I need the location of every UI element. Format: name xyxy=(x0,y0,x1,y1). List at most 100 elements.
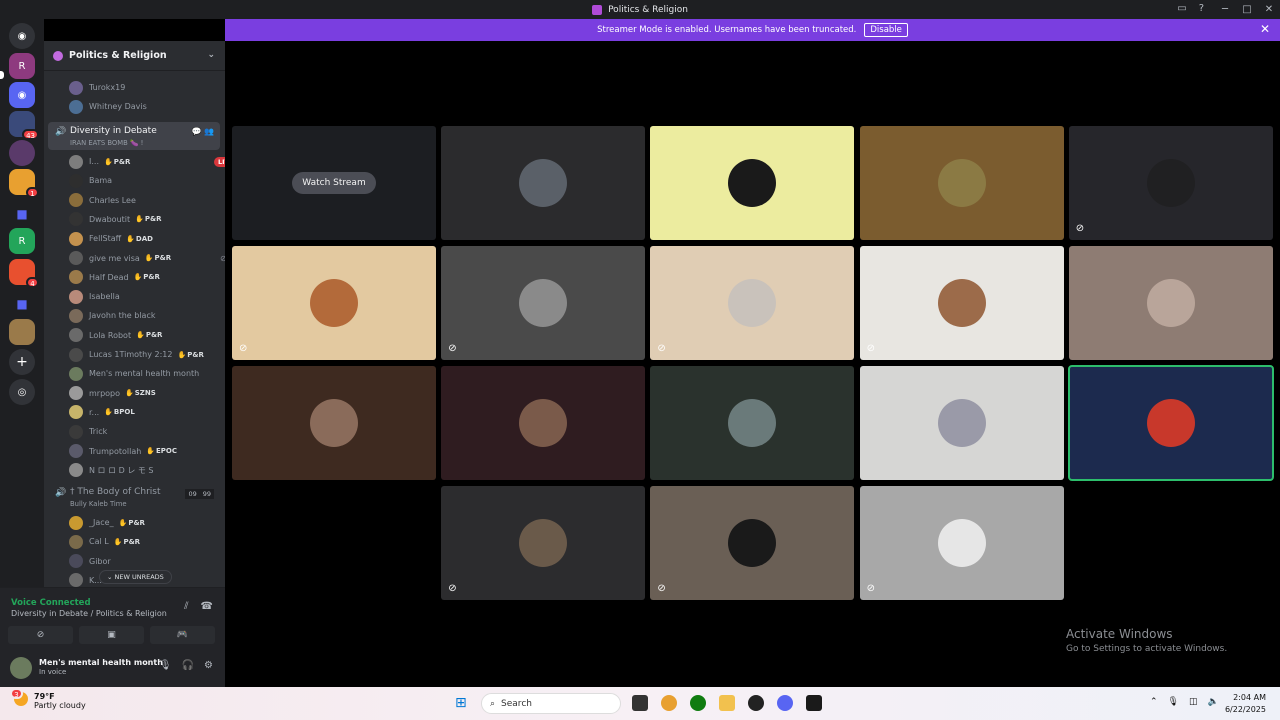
member-item[interactable]: Men's mental health month xyxy=(69,364,225,383)
member-item[interactable]: Charles Lee xyxy=(69,191,225,210)
member-item[interactable]: Javohn the black xyxy=(69,306,225,325)
close-window-button[interactable]: ✕ xyxy=(1258,4,1280,15)
avatar xyxy=(937,399,986,447)
clock[interactable]: 2:04 AM 6/22/2025 xyxy=(1225,692,1266,716)
avatar xyxy=(69,386,83,401)
member-item[interactable]: _Jace_ P&R xyxy=(69,513,225,532)
folder-icon[interactable]: ■ xyxy=(9,291,35,317)
participant-tile[interactable] xyxy=(859,366,1064,480)
discord-taskbar-icon[interactable] xyxy=(777,695,793,711)
chat-icon[interactable]: 💬 👥 xyxy=(192,127,214,136)
participant-tile[interactable] xyxy=(1068,246,1273,360)
volume-icon[interactable]: 🔈 xyxy=(1208,697,1219,707)
participant-tile[interactable]: ⊘ xyxy=(232,246,436,360)
avatar xyxy=(937,279,986,327)
screen-share-button[interactable]: ▣ xyxy=(79,626,144,644)
participant-tile[interactable] xyxy=(441,126,646,240)
voice-status[interactable]: Voice Connected xyxy=(11,598,91,608)
discover-icon[interactable]: ◎ xyxy=(9,379,35,405)
stream-tile[interactable]: Watch Stream xyxy=(232,126,436,240)
member-item[interactable]: I... P&R LIVE xyxy=(69,152,225,171)
voice-channel-diversity-in-debate[interactable]: 🔊 Diversity in Debate IRAN EATS BOMB 🍆 !… xyxy=(48,122,220,150)
taskbar-search[interactable]: ⌕ Search xyxy=(481,693,621,714)
avatar xyxy=(728,399,777,447)
disable-streamer-mode-button[interactable]: Disable xyxy=(864,23,908,37)
member-item[interactable]: Cal LP&R⊘ xyxy=(69,532,225,551)
server-colorful[interactable]: 1 xyxy=(9,169,39,198)
watch-stream-button[interactable]: Watch Stream xyxy=(292,172,376,194)
member-item[interactable]: r... BPOL xyxy=(69,403,225,422)
participant-tile[interactable]: ⊘ xyxy=(859,246,1064,360)
server-discord[interactable]: ◉ xyxy=(9,82,35,108)
member-item[interactable]: Lucas 1Timothy 2:12 P&R xyxy=(69,345,225,364)
participant-tile[interactable]: ⊘ xyxy=(1068,126,1273,240)
maximize-button[interactable]: □ xyxy=(1236,4,1258,15)
inbox-icon[interactable]: ▭ xyxy=(1177,3,1186,14)
member-item[interactable]: DwaboutitP&R⊘ xyxy=(69,210,225,229)
server-politics-religion[interactable]: R xyxy=(9,53,35,79)
member-item[interactable]: mrpopo SZNS xyxy=(69,384,225,403)
participant-tile[interactable]: ⊘ xyxy=(441,486,646,600)
noise-suppression-icon[interactable]: ⫽ xyxy=(184,601,188,612)
chevron-up-icon[interactable]: ⌃ xyxy=(1150,697,1158,707)
chevron-down-icon[interactable]: ⌄ xyxy=(207,50,215,60)
server-header[interactable]: Politics & Religion ⌄ xyxy=(44,41,225,71)
xbox-icon[interactable] xyxy=(690,695,706,711)
member-item[interactable]: Bama xyxy=(69,171,225,190)
microphone-icon[interactable]: 🎙 xyxy=(159,660,172,671)
participant-tile[interactable] xyxy=(1067,365,1274,481)
participant-tile[interactable]: ⊘ xyxy=(859,486,1064,600)
network-icon[interactable]: ◫ xyxy=(1189,697,1198,707)
member-item[interactable]: TrumpotollahEPOC⊘ xyxy=(69,442,225,461)
file-explorer-icon[interactable] xyxy=(719,695,735,711)
role-tag: EPOC xyxy=(146,447,177,455)
chrome-icon[interactable] xyxy=(661,695,677,711)
member-item[interactable]: Trick⊘ xyxy=(69,422,225,441)
weather-widget[interactable]: 3 79°F Partly cloudy xyxy=(10,688,86,710)
activity-button[interactable]: 🎮 xyxy=(150,626,215,644)
member-item[interactable]: Whitney Davis xyxy=(69,97,225,116)
member-item[interactable]: FellStaffDAD⊘ xyxy=(69,229,225,248)
participant-tile[interactable] xyxy=(232,366,436,480)
member-item[interactable]: Isabella⊘ xyxy=(69,287,225,306)
gear-icon[interactable]: ⚙ xyxy=(204,660,213,671)
camera-button[interactable]: ⊘ xyxy=(8,626,73,644)
new-unreads-button[interactable]: ⌄ NEW UNREADS xyxy=(99,570,172,584)
member-item[interactable]: Gibor xyxy=(69,552,225,571)
participant-tile[interactable]: ⊘ xyxy=(650,486,855,600)
microphone-tray-icon[interactable]: 🎙 xyxy=(1168,697,1179,707)
terminal-icon[interactable] xyxy=(806,695,822,711)
server-folder[interactable]: 43 xyxy=(9,111,39,140)
windows-start-icon[interactable]: ⊞ xyxy=(455,695,467,711)
participant-tile[interactable]: ⊘ xyxy=(441,246,646,360)
participant-tile[interactable]: ⊘ xyxy=(650,246,855,360)
participant-tile[interactable] xyxy=(650,366,855,480)
participant-tile[interactable] xyxy=(441,366,646,480)
close-notice-icon[interactable]: ✕ xyxy=(1260,22,1270,36)
add-server-button[interactable]: + xyxy=(9,349,35,375)
avatar xyxy=(69,405,83,420)
app-icon[interactable] xyxy=(748,695,764,711)
member-item[interactable]: Turokx19 ⊘ xyxy=(69,78,225,97)
server-green[interactable]: R xyxy=(9,228,35,254)
member-item[interactable]: Lola Robot P&R xyxy=(69,326,225,345)
member-item[interactable]: Half DeadP&R⊘ xyxy=(69,268,225,287)
server-avatar[interactable] xyxy=(9,140,35,166)
participant-tile[interactable] xyxy=(859,126,1064,240)
voice-channel-body-of-christ[interactable]: 🔊 † The Body of Christ Bully Kaleb Time … xyxy=(48,483,220,511)
server-photo[interactable] xyxy=(9,319,35,345)
minimize-button[interactable]: ─ xyxy=(1214,4,1236,15)
disconnect-icon[interactable]: ☎ xyxy=(201,601,213,612)
server-orange[interactable]: 4 xyxy=(9,259,39,288)
member-item[interactable]: N ロ ロ D レ モ S⊘ xyxy=(69,461,225,480)
member-item[interactable]: give me visaP&R⊘ ⊘ xyxy=(69,249,225,268)
task-view-icon[interactable] xyxy=(632,695,648,711)
help-icon[interactable]: ? xyxy=(1199,3,1204,14)
home-button[interactable]: ◉ xyxy=(9,23,35,49)
folder-icon[interactable]: ■ xyxy=(9,201,35,227)
headphones-icon[interactable]: 🎧 xyxy=(182,660,194,671)
participant-tile[interactable] xyxy=(650,126,855,240)
speaker-icon: 🔊 xyxy=(55,488,67,498)
avatar[interactable] xyxy=(10,657,32,679)
voice-location[interactable]: Diversity in Debate / Politics & Religio… xyxy=(11,609,167,618)
